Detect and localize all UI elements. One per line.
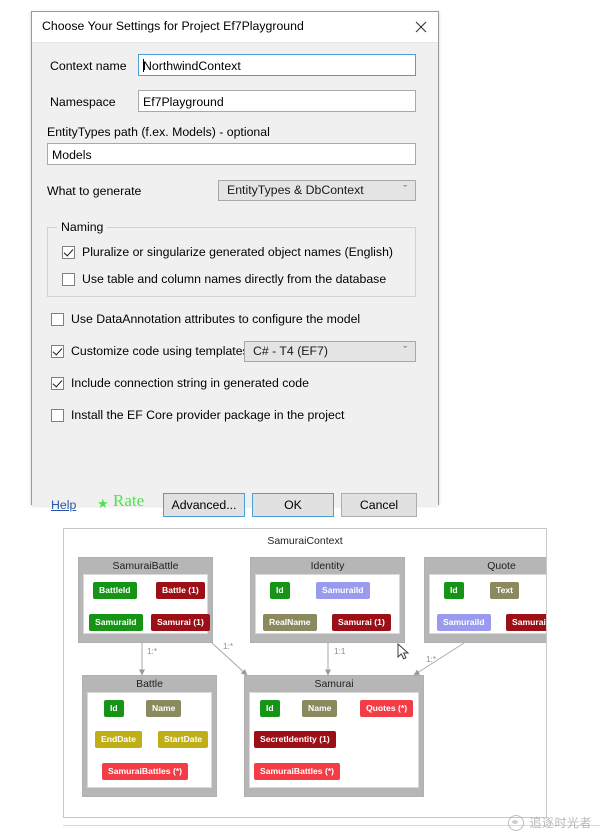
checkbox-use-db-names[interactable]: Use table and column names directly from… bbox=[62, 272, 386, 286]
template-select[interactable]: C# - T4 (EF7) ˇ bbox=[244, 341, 416, 362]
property-badge[interactable]: Id bbox=[270, 582, 290, 599]
wechat-logo-icon bbox=[508, 814, 525, 831]
property-badge[interactable]: Quotes (*) bbox=[360, 700, 414, 717]
entity-body: Id Name EndDate StartDate SamuraiBattles… bbox=[87, 692, 212, 788]
watermark: 追逐时光者 bbox=[508, 814, 592, 831]
entity-identity[interactable]: Identity Id SamuraiId RealName Samurai (… bbox=[250, 557, 405, 643]
property-badge[interactable]: BattleId bbox=[93, 582, 137, 599]
template-value: C# - T4 (EF7) bbox=[253, 344, 328, 358]
checkbox-box bbox=[62, 245, 75, 259]
property-badge[interactable]: Id bbox=[444, 582, 464, 599]
property-badge[interactable]: Samurai (1) bbox=[151, 614, 210, 631]
watermark-text: 追逐时光者 bbox=[529, 816, 592, 830]
checkbox-box bbox=[51, 408, 64, 422]
model-diagram: SamuraiContext 1:* 1:* 1:1 1:* SamuraiBa… bbox=[63, 528, 547, 818]
entity-samuraibattle[interactable]: SamuraiBattle BattleId Battle (1) Samura… bbox=[78, 557, 213, 643]
cardinality-label: 1:* bbox=[426, 655, 437, 664]
context-name-label: Context name bbox=[50, 59, 127, 73]
checkbox-dataannotation[interactable]: Use DataAnnotation attributes to configu… bbox=[51, 312, 360, 326]
chevron-down-icon: ˇ bbox=[403, 345, 407, 357]
cardinality-label: 1:* bbox=[223, 642, 234, 651]
checkbox-label: Include connection string in generated c… bbox=[71, 376, 309, 390]
entity-body: Id SamuraiId RealName Samurai (1) bbox=[255, 574, 400, 634]
checkbox-box bbox=[51, 376, 64, 390]
namespace-label: Namespace bbox=[50, 95, 116, 109]
mouse-cursor-icon bbox=[397, 643, 410, 660]
property-badge[interactable]: Samurai (1) bbox=[506, 614, 546, 631]
checkbox-customize-templates[interactable]: Customize code using templates bbox=[51, 344, 249, 358]
entity-body: BattleId Battle (1) SamuraiId Samurai (1… bbox=[83, 574, 210, 634]
dialog-body: Context name NorthwindContext Namespace … bbox=[32, 43, 438, 517]
entity-body: Id Name Quotes (*) SecretIdentity (1) Sa… bbox=[249, 692, 419, 788]
entity-battle[interactable]: Battle Id Name EndDate StartDate Samurai… bbox=[82, 675, 217, 797]
checkbox-label: Pluralize or singularize generated objec… bbox=[82, 245, 394, 259]
dialog-titlebar: Choose Your Settings for Project Ef7Play… bbox=[32, 12, 438, 43]
checkbox-box bbox=[62, 272, 75, 286]
entity-title: SamuraiBattle bbox=[112, 560, 179, 572]
entity-title: Quote bbox=[487, 560, 516, 572]
entity-samurai[interactable]: Samurai Id Name Quotes (*) SecretIdentit… bbox=[244, 675, 424, 797]
context-name-input[interactable]: NorthwindContext bbox=[138, 54, 416, 76]
entity-title: Identity bbox=[310, 560, 345, 572]
checkbox-install-provider[interactable]: Install the EF Core provider package in … bbox=[51, 408, 344, 422]
what-to-generate-select[interactable]: EntityTypes & DbContext ˇ bbox=[218, 180, 416, 201]
checkbox-label: Use DataAnnotation attributes to configu… bbox=[71, 312, 361, 326]
advanced-button[interactable]: Advanced... bbox=[163, 493, 245, 517]
what-to-generate-value: EntityTypes & DbContext bbox=[227, 183, 364, 197]
checkbox-include-connection-string[interactable]: Include connection string in generated c… bbox=[51, 376, 309, 390]
cardinality-label: 1:* bbox=[147, 647, 158, 656]
rate-link[interactable]: Rate bbox=[113, 491, 144, 511]
checkbox-label: Use table and column names directly from… bbox=[82, 272, 387, 286]
settings-dialog: Choose Your Settings for Project Ef7Play… bbox=[31, 11, 439, 517]
screenshot-root: Choose Your Settings for Project Ef7Play… bbox=[0, 0, 600, 836]
checkbox-box bbox=[51, 344, 64, 358]
property-badge[interactable]: Samurai (1) bbox=[332, 614, 391, 631]
property-badge[interactable]: Text bbox=[490, 582, 520, 599]
what-to-generate-label: What to generate bbox=[47, 184, 142, 198]
close-icon[interactable] bbox=[404, 12, 438, 41]
property-badge[interactable]: StartDate bbox=[158, 731, 209, 748]
naming-group-title: Naming bbox=[57, 220, 108, 234]
checkbox-label: Install the EF Core provider package in … bbox=[71, 408, 345, 422]
chevron-down-icon: ˇ bbox=[403, 184, 407, 196]
property-badge[interactable]: EndDate bbox=[95, 731, 142, 748]
property-badge[interactable]: Id bbox=[260, 700, 280, 717]
property-badge[interactable]: Id bbox=[104, 700, 124, 717]
entity-body: Id Text SamuraiId Samurai (1) bbox=[429, 574, 546, 634]
checkbox-box bbox=[51, 312, 64, 326]
entitytypes-path-input[interactable]: Models bbox=[47, 143, 416, 165]
property-badge[interactable]: Battle (1) bbox=[156, 582, 205, 599]
dialog-title: Choose Your Settings for Project Ef7Play… bbox=[42, 19, 304, 33]
entity-title: Samurai bbox=[314, 678, 354, 690]
property-badge[interactable]: SamuraiBattles (*) bbox=[102, 763, 189, 780]
property-badge[interactable]: RealName bbox=[263, 614, 317, 631]
naming-groupbox: Naming bbox=[47, 220, 416, 297]
property-badge[interactable]: SecretIdentity (1) bbox=[254, 731, 336, 748]
entitytypes-path-label: EntityTypes path (f.ex. Models) - option… bbox=[47, 125, 270, 139]
property-badge[interactable]: Name bbox=[302, 700, 338, 717]
entity-title: Battle bbox=[136, 678, 163, 690]
star-icon: ★ bbox=[97, 496, 109, 511]
help-link[interactable]: Help bbox=[51, 498, 76, 512]
property-badge[interactable]: SamuraiId bbox=[89, 614, 143, 631]
entity-quote[interactable]: Quote Id Text SamuraiId Samurai (1) bbox=[424, 557, 546, 643]
property-badge[interactable]: SamuraiBattles (*) bbox=[254, 763, 341, 780]
cardinality-label: 1:1 bbox=[334, 647, 346, 656]
cancel-button[interactable]: Cancel bbox=[341, 493, 417, 517]
checkbox-pluralize[interactable]: Pluralize or singularize generated objec… bbox=[62, 245, 393, 259]
checkbox-label: Customize code using templates bbox=[71, 344, 249, 358]
context-name-value: NorthwindContext bbox=[143, 59, 241, 73]
ok-button[interactable]: OK bbox=[252, 493, 334, 517]
namespace-input[interactable]: Ef7Playground bbox=[138, 90, 416, 112]
property-badge[interactable]: SamuraiId bbox=[437, 614, 491, 631]
property-badge[interactable]: SamuraiId bbox=[316, 582, 370, 599]
property-badge[interactable]: Name bbox=[146, 700, 182, 717]
